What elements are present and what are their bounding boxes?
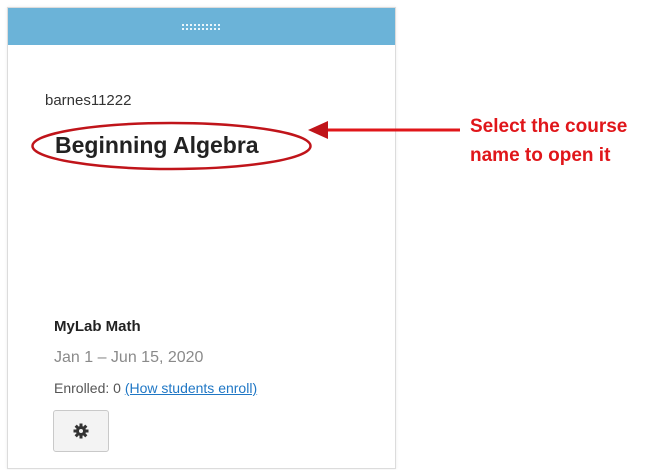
course-title-link[interactable]: Beginning Algebra: [55, 132, 259, 159]
annotation-callout: Select the course name to open it: [470, 112, 627, 170]
how-students-enroll-link[interactable]: (How students enroll): [125, 380, 257, 396]
annotation-arrow-icon: [308, 121, 460, 139]
gear-icon: [73, 423, 89, 439]
course-id: barnes11222: [45, 92, 132, 109]
course-title-highlight: Beginning Algebra: [29, 120, 314, 172]
settings-button[interactable]: [53, 410, 109, 452]
course-card: barnes11222 Beginning Algebra MyLab Math…: [7, 7, 396, 469]
annotation-line-1: Select the course: [470, 116, 628, 137]
enrollment-info: Enrolled: 0 (How students enroll): [54, 380, 257, 396]
product-name: MyLab Math: [54, 318, 141, 335]
drag-grip-icon: [182, 23, 221, 30]
course-dates: Jan 1 – Jun 15, 2020: [54, 349, 204, 366]
card-drag-handle[interactable]: [8, 8, 395, 45]
annotation-line-2: name to open it: [470, 145, 611, 166]
enrolled-count: Enrolled: 0: [54, 380, 121, 396]
